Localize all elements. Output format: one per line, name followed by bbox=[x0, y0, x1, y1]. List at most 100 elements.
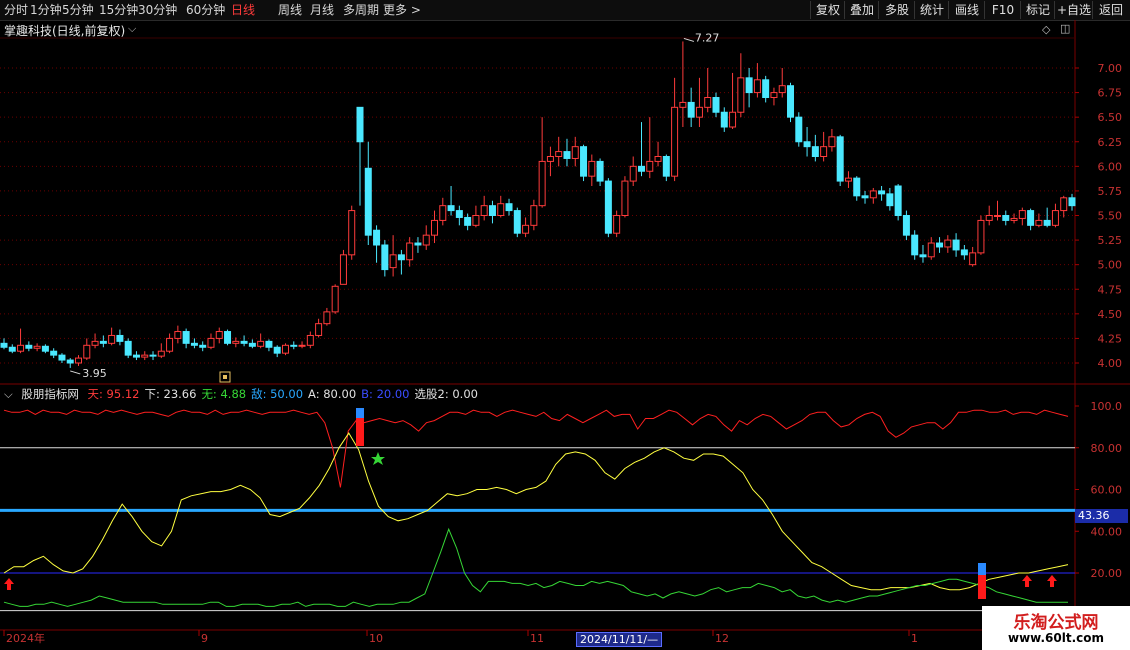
candle-body-120 bbox=[993, 215, 1001, 217]
cursor-date: 2024/11/11/— bbox=[576, 632, 663, 647]
watermark-logo: 乐淘公式网 www.60lt.com bbox=[982, 606, 1130, 650]
candle-body-104 bbox=[861, 195, 869, 199]
watermark-url: www.60lt.com bbox=[1007, 631, 1105, 645]
candle-body-89 bbox=[737, 77, 745, 113]
candle-body-79 bbox=[654, 156, 662, 162]
candle-body-107 bbox=[886, 193, 894, 207]
candle-body-119 bbox=[985, 215, 993, 221]
price-tick-label-12: 4.00 bbox=[1098, 357, 1123, 370]
candlestick-chart: 7.00 6.75 6.50 6.25 6.00 5.75 5.50 5.25 5.00 4.75… bbox=[0, 20, 1130, 645]
candle-body-111 bbox=[919, 254, 927, 258]
candle-body-110 bbox=[911, 234, 919, 256]
candle-body-13 bbox=[108, 334, 116, 344]
candle-body-59 bbox=[488, 205, 496, 217]
indicator-legend: ⌵ 股朋指标网 天: 95.12 下: 23.66 无: 4.88 敌: 50.00 A… bbox=[4, 387, 483, 401]
date-label-1: 9 bbox=[201, 632, 208, 645]
candle-body-56 bbox=[464, 216, 472, 226]
candle-body-122 bbox=[1010, 217, 1018, 221]
collapse-icon[interactable]: ⌵ bbox=[4, 387, 13, 401]
candle-body-65 bbox=[538, 160, 546, 207]
legend-item-2: 无: 4.88 bbox=[201, 387, 247, 401]
candle-body-84 bbox=[695, 106, 703, 118]
candle-body-72 bbox=[596, 160, 604, 182]
price-tick-label-5: 5.75 bbox=[1098, 185, 1123, 198]
candle-body-64 bbox=[530, 205, 538, 226]
candle-body-44 bbox=[364, 167, 372, 236]
series-line-0 bbox=[3, 409, 1069, 488]
candle-body-46 bbox=[381, 244, 389, 271]
candle-body-9 bbox=[75, 357, 83, 364]
candle-body-19 bbox=[157, 350, 165, 357]
series-line-2 bbox=[3, 527, 1068, 607]
date-label-3: 11 bbox=[530, 632, 544, 645]
candle-body-117 bbox=[969, 252, 977, 266]
legend-item-0: 天: 95.12 bbox=[87, 387, 140, 401]
candle-body-67 bbox=[555, 151, 563, 157]
candle-body-125 bbox=[1035, 219, 1043, 226]
candle-body-21 bbox=[174, 331, 182, 339]
candle-body-16 bbox=[132, 354, 140, 358]
candle-body-54 bbox=[447, 205, 455, 212]
price-tick-label-3: 6.25 bbox=[1098, 136, 1123, 149]
candle-body-36 bbox=[298, 344, 306, 347]
candle-body-33 bbox=[273, 346, 281, 354]
candle-body-86 bbox=[712, 97, 720, 113]
candle-body-113 bbox=[936, 242, 944, 248]
candle-body-11 bbox=[91, 340, 99, 346]
candle-body-93 bbox=[770, 92, 778, 99]
current-value-tag: 43.36 bbox=[1075, 509, 1128, 523]
legend-item-6: 选股2: 0.00 bbox=[414, 387, 478, 401]
candle-body-68 bbox=[563, 151, 571, 159]
candle-body-98 bbox=[811, 146, 819, 158]
candle-body-66 bbox=[546, 156, 554, 162]
candle-body-32 bbox=[265, 340, 273, 348]
buy-arrow-icon-0 bbox=[4, 578, 14, 590]
candle-body-80 bbox=[662, 156, 670, 177]
candle-body-22 bbox=[182, 331, 190, 344]
candle-body-101 bbox=[836, 136, 844, 182]
candle-body-62 bbox=[513, 210, 521, 234]
candle-body-105 bbox=[869, 190, 877, 199]
high-marker-line bbox=[683, 37, 695, 42]
ind-tick-label-2: 60.00 bbox=[1091, 484, 1123, 497]
candle-body-73 bbox=[604, 180, 612, 234]
candle-body-124 bbox=[1027, 210, 1035, 226]
candle-body-87 bbox=[720, 111, 728, 128]
candle-body-61 bbox=[505, 203, 513, 212]
legend-item-5: B: 20.00 bbox=[361, 387, 410, 401]
signal-bar-top-2 bbox=[978, 563, 986, 575]
candle-body-116 bbox=[960, 249, 968, 256]
high-label: 7.27 bbox=[695, 31, 720, 44]
candle-body-81 bbox=[671, 106, 679, 177]
candle-body-1 bbox=[8, 346, 16, 352]
indicator-name: 股朋指标网 bbox=[21, 387, 79, 401]
candle-body-91 bbox=[753, 79, 761, 94]
candle-body-41 bbox=[339, 254, 347, 285]
candle-body-106 bbox=[878, 190, 886, 195]
candle-body-52 bbox=[431, 219, 439, 236]
candle-body-55 bbox=[455, 210, 463, 218]
buy-arrow-icon-1 bbox=[1022, 575, 1032, 587]
price-tick-label-2: 6.50 bbox=[1098, 111, 1123, 124]
candle-body-103 bbox=[853, 177, 861, 197]
candle-body-63 bbox=[522, 224, 530, 234]
candle-body-82 bbox=[679, 101, 687, 108]
legend-item-4: A: 80.00 bbox=[308, 387, 357, 401]
candle-body-129 bbox=[1068, 197, 1076, 207]
date-label-4: 12 bbox=[715, 632, 729, 645]
candle-body-114 bbox=[944, 239, 952, 248]
candle-body-24 bbox=[199, 344, 207, 348]
candle-body-50 bbox=[414, 242, 422, 246]
price-tick-label-10: 4.50 bbox=[1098, 308, 1123, 321]
candle-body-37 bbox=[306, 334, 314, 346]
candle-body-83 bbox=[687, 101, 695, 118]
candle-body-60 bbox=[497, 203, 505, 216]
candle-body-6 bbox=[50, 350, 58, 356]
candle-body-96 bbox=[795, 116, 803, 143]
candle-body-8 bbox=[66, 359, 74, 364]
signal-bar-top-1 bbox=[356, 408, 364, 418]
candle-body-34 bbox=[281, 344, 289, 354]
candle-body-2 bbox=[17, 344, 25, 352]
candle-body-58 bbox=[480, 205, 488, 217]
price-tick-label-6: 5.50 bbox=[1098, 210, 1123, 223]
